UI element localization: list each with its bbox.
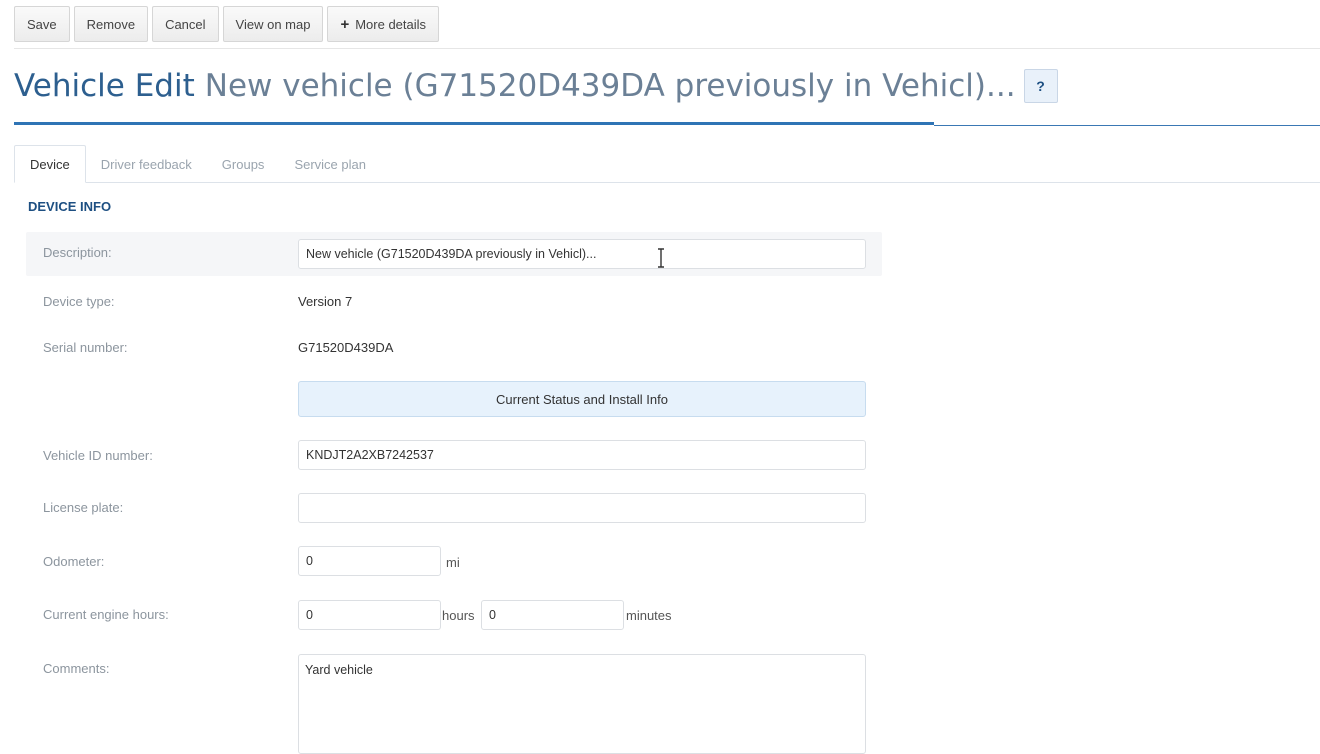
engine-minutes-input[interactable]: 0 — [481, 600, 624, 630]
page-title: Vehicle Edit — [14, 68, 195, 104]
plus-icon: + — [340, 15, 350, 33]
comments-textarea[interactable]: Yard vehicle — [298, 654, 866, 754]
text-cursor-icon — [658, 248, 664, 268]
comments-label: Comments: — [43, 661, 110, 676]
tab-bar: Device Driver feedback Groups Service pl… — [14, 145, 1320, 183]
minutes-unit: minutes — [626, 608, 672, 623]
odometer-label: Odometer: — [43, 554, 105, 569]
vehicle-id-input[interactable]: KNDJT2A2XB7242537 — [298, 440, 866, 470]
section-title-device-info: DEVICE INFO — [28, 199, 112, 214]
license-plate-label: License plate: — [43, 500, 124, 515]
page-title-row: Vehicle Edit New vehicle (G71520D439DA p… — [14, 68, 1058, 104]
help-button[interactable]: ? — [1023, 69, 1058, 103]
vehicle-id-label: Vehicle ID number: — [43, 448, 153, 463]
remove-button[interactable]: Remove — [73, 6, 149, 42]
description-label: Description: — [43, 245, 112, 260]
odometer-input[interactable]: 0 — [298, 546, 441, 576]
more-details-button[interactable]: + More details — [327, 6, 440, 42]
page-subtitle: New vehicle (G71520D439DA previously in … — [204, 68, 1016, 104]
description-input[interactable]: New vehicle (G71520D439DA previously in … — [298, 239, 866, 269]
serial-number-value: G71520D439DA — [298, 340, 394, 355]
tab-service-plan[interactable]: Service plan — [279, 145, 381, 183]
toolbar-divider — [14, 48, 1320, 49]
device-type-value: Version 7 — [298, 294, 353, 309]
device-type-label: Device type: — [43, 294, 115, 309]
more-details-label: More details — [355, 16, 427, 32]
cancel-button[interactable]: Cancel — [152, 6, 219, 42]
serial-number-label: Serial number: — [43, 340, 128, 355]
tab-driver-feedback[interactable]: Driver feedback — [86, 145, 207, 183]
tab-groups[interactable]: Groups — [207, 145, 280, 183]
odometer-unit: mi — [446, 555, 460, 570]
title-underline — [14, 122, 934, 125]
toolbar: Save Remove Cancel View on map + More de… — [14, 6, 440, 42]
hours-unit: hours — [442, 608, 475, 623]
engine-hours-label: Current engine hours: — [43, 607, 169, 622]
tab-device[interactable]: Device — [14, 145, 86, 183]
save-button[interactable]: Save — [14, 6, 70, 42]
license-plate-input[interactable] — [298, 493, 866, 523]
view-on-map-button[interactable]: View on map — [222, 6, 324, 42]
title-underline-rest — [934, 125, 1320, 126]
engine-hours-input[interactable]: 0 — [298, 600, 441, 630]
current-status-button[interactable]: Current Status and Install Info — [298, 381, 866, 417]
